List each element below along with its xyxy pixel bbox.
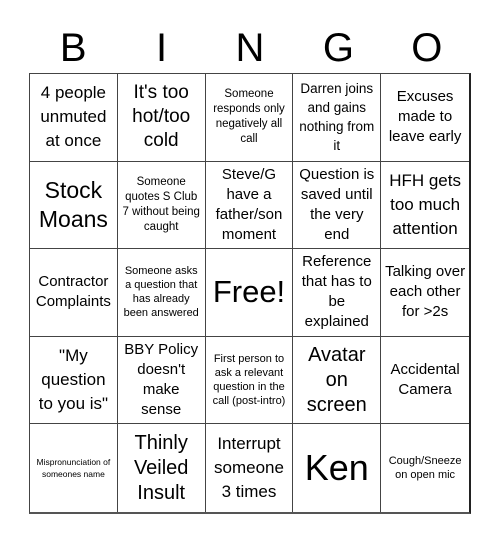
bingo-cell-free-space[interactable]: Free! bbox=[205, 249, 294, 337]
cell-text: Excuses made to leave early bbox=[388, 88, 462, 146]
header-letter-o: O bbox=[411, 26, 443, 70]
bingo-cell-i5[interactable]: Thinly Veiled Insult bbox=[118, 424, 206, 512]
bingo-cell-o4[interactable]: Accidental Camera bbox=[381, 337, 469, 425]
bingo-cell-b5[interactable]: Mispronunciation of someones name bbox=[30, 424, 118, 512]
bingo-cell-b2[interactable]: Stock Moans bbox=[30, 161, 118, 250]
cell-text: 4 people unmuted at once bbox=[40, 83, 107, 151]
bingo-cell-o5[interactable]: Cough/Sneeze on open mic bbox=[381, 424, 469, 512]
bingo-cell-g2[interactable]: Question is saved until the very end bbox=[293, 161, 382, 250]
cell-text: Question is saved until the very end bbox=[299, 165, 375, 243]
cell-text: Someone quotes S Club 7 without being ca… bbox=[122, 175, 200, 233]
cell-text: Ken bbox=[304, 447, 369, 489]
cell-text: Someone responds only negatively all cal… bbox=[213, 88, 285, 146]
bingo-cell-i4[interactable]: BBY Policy doesn't make sense bbox=[117, 336, 206, 425]
cell-text: Interrupt someone 3 times bbox=[214, 434, 284, 502]
bingo-cell-n1[interactable]: Someone responds only negatively all cal… bbox=[205, 74, 294, 162]
bingo-cell-o2[interactable]: HFH gets too much attention bbox=[381, 162, 469, 250]
header-letter-b: B bbox=[59, 26, 87, 70]
bingo-card: 4 people unmuted at once It's too hot/to… bbox=[29, 73, 471, 514]
bingo-cell-g5[interactable]: Ken bbox=[293, 424, 382, 512]
bingo-cell-o1[interactable]: Excuses made to leave early bbox=[381, 74, 469, 162]
bingo-cell-g3[interactable]: Reference that has to be explained bbox=[293, 249, 382, 337]
cell-text: HFH gets too much attention bbox=[389, 170, 461, 238]
bingo-cell-n5[interactable]: Interrupt someone 3 times bbox=[206, 424, 294, 512]
bingo-header: B I N G O bbox=[29, 24, 471, 72]
bingo-cell-g4[interactable]: Avatar on screen bbox=[293, 336, 382, 425]
bingo-cell-i1[interactable]: It's too hot/too cold bbox=[117, 74, 206, 162]
bingo-cell-o3[interactable]: Talking over each other for >2s bbox=[381, 249, 469, 337]
cell-text: Someone asks a question that has already… bbox=[123, 265, 199, 320]
bingo-cell-g1[interactable]: Darren joins and gains nothing from it bbox=[293, 74, 382, 162]
bingo-cell-n2[interactable]: Steve/G have a father/son moment bbox=[205, 161, 294, 250]
bingo-cell-b3[interactable]: Contractor Complaints bbox=[30, 249, 118, 337]
cell-text: Contractor Complaints bbox=[35, 273, 111, 311]
bingo-cell-n4[interactable]: First person to ask a relevant question … bbox=[205, 336, 294, 425]
bingo-cell-i3[interactable]: Someone asks a question that has already… bbox=[117, 249, 206, 337]
header-letter-g: G bbox=[322, 26, 354, 70]
cell-text: First person to ask a relevant question … bbox=[212, 353, 286, 408]
cell-text: Stock Moans bbox=[38, 176, 108, 232]
cell-text: It's too hot/too cold bbox=[132, 82, 191, 152]
cell-text: Mispronunciation of someones name bbox=[36, 457, 111, 480]
cell-text: Darren joins and gains nothing from it bbox=[299, 81, 375, 154]
cell-text: Free! bbox=[212, 274, 286, 310]
cell-text: Thinly Veiled Insult bbox=[133, 431, 189, 504]
cell-text: Talking over each other for >2s bbox=[385, 263, 466, 321]
header-letter-n: N bbox=[235, 26, 265, 70]
cell-text: Accidental Camera bbox=[390, 361, 460, 399]
cell-text: Reference that has to be explained bbox=[301, 253, 372, 331]
bingo-cell-b1[interactable]: 4 people unmuted at once bbox=[30, 74, 118, 162]
cell-text: BBY Policy doesn't make sense bbox=[124, 341, 199, 419]
bingo-cell-b4[interactable]: "My question to you is" bbox=[30, 336, 118, 425]
header-letter-i: I bbox=[156, 26, 168, 70]
cell-text: Cough/Sneeze on open mic bbox=[388, 455, 462, 482]
cell-text: Avatar on screen bbox=[306, 343, 367, 416]
cell-text: "My question to you is" bbox=[38, 346, 109, 414]
cell-text: Steve/G have a father/son moment bbox=[215, 165, 283, 243]
bingo-cell-i2[interactable]: Someone quotes S Club 7 without being ca… bbox=[117, 161, 206, 250]
